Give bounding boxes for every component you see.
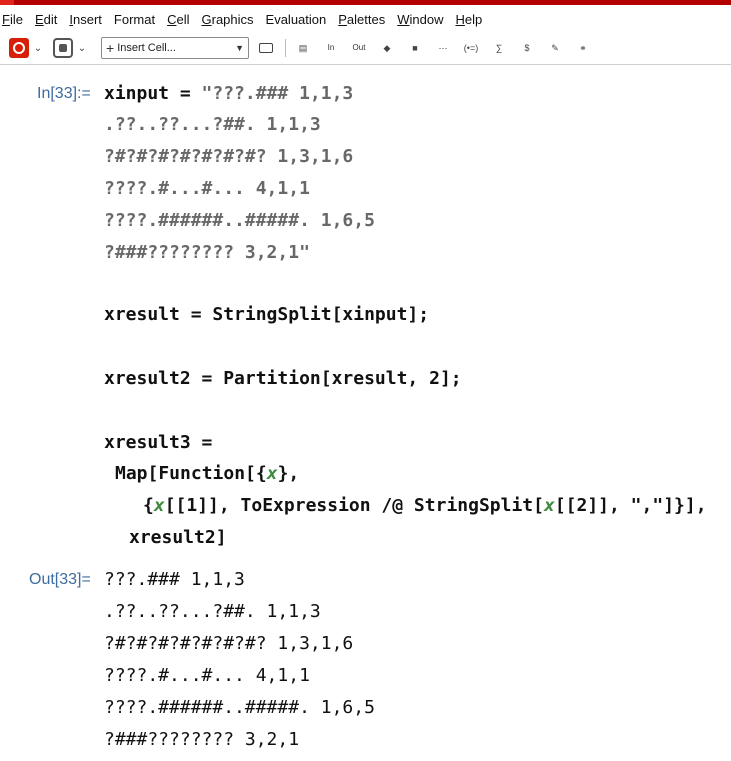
- code-token: [[2]], ","]}],: [554, 495, 707, 516]
- menu-label: ile: [9, 12, 23, 27]
- sum-icon[interactable]: ∑: [488, 37, 510, 59]
- output-line: .??..??...?##. 1,1,3: [104, 601, 321, 622]
- evaluate-icon[interactable]: ◆: [376, 37, 398, 59]
- input-cell-label: In[33]:=: [37, 85, 91, 102]
- gear-icon[interactable]: [53, 38, 73, 58]
- code-line: ????.#...#... 4,1,1: [104, 178, 310, 199]
- menu-mnemonic: H: [455, 12, 465, 27]
- code-line: ?#?#?#?#?#?#?#? 1,3,1,6: [104, 146, 353, 167]
- code-token: xresult = StringSplit[xinput];: [104, 304, 430, 325]
- output-line: ?#?#?#?#?#?#?#? 1,3,1,6: [104, 633, 354, 654]
- code-line: xinput = "???.### 1,1,3: [104, 83, 353, 104]
- code-line: xresult3 =: [104, 432, 212, 453]
- menu-label: alettes: [346, 12, 386, 27]
- menu-item[interactable]: Graphics: [195, 8, 259, 32]
- menu-mnemonic: G: [201, 12, 212, 27]
- output-label: Out: [352, 43, 366, 52]
- code-string: ?###???????? 3,2,1": [104, 242, 310, 263]
- menu-mnemonic: W: [397, 12, 410, 27]
- output-line: ?###???????? 3,2,1: [104, 729, 300, 750]
- menu-label: dit: [43, 12, 58, 27]
- code-token: Map[Function[{: [115, 463, 267, 484]
- menu-label: elp: [464, 12, 483, 27]
- menu-item[interactable]: Edit: [29, 8, 63, 32]
- menu-item[interactable]: File: [0, 8, 29, 32]
- code-line: xresult2]: [129, 527, 227, 548]
- more-icon[interactable]: ⋯: [432, 37, 454, 59]
- insert-cell-label: Insert Cell...: [117, 42, 176, 54]
- mathematica-icon[interactable]: [9, 38, 29, 58]
- input-label: In: [327, 43, 335, 52]
- menu-label: Format: [113, 12, 156, 27]
- code-token: xresult2 = Partition[xresult, 2];: [104, 368, 462, 389]
- menu-item[interactable]: Format: [108, 8, 161, 32]
- toolbar: ⌄ ⌄ + Insert Cell... ▼ ▤ In Out ◆ ■ ⋯ (•…: [0, 33, 731, 63]
- cell-bracket-icon[interactable]: ▤: [292, 37, 314, 59]
- menu-item[interactable]: Evaluation: [260, 8, 333, 32]
- code-string: .??..??...?##. 1,1,3: [104, 114, 321, 135]
- code-line: .??..??...?##. 1,1,3: [104, 114, 321, 135]
- template-icon[interactable]: (•=): [460, 37, 482, 59]
- insert-cell-dropdown[interactable]: + Insert Cell... ▼: [101, 37, 249, 59]
- code-line: ????.######..#####. 1,6,5: [104, 210, 375, 231]
- menu-mnemonic: F: [2, 12, 10, 27]
- chevron-down-icon[interactable]: ⌄: [31, 37, 45, 59]
- code-line: ?###???????? 3,2,1": [104, 242, 310, 263]
- code-string: ????.######..#####. 1,6,5: [104, 210, 375, 231]
- title-bar: [0, 0, 731, 5]
- toolbar-separator: [285, 39, 286, 57]
- pen-icon[interactable]: ✎: [544, 37, 566, 59]
- output-cell-label: Out[33]=: [29, 571, 91, 588]
- code-string: ????.#...#... 4,1,1: [104, 178, 310, 199]
- cell-box-icon[interactable]: [255, 37, 277, 59]
- code-variable: x: [153, 495, 165, 516]
- menu-label: raphics: [211, 12, 254, 27]
- code-token: xinput: [104, 83, 170, 104]
- menu-item[interactable]: Help: [449, 8, 488, 32]
- code-token: [[1]], ToExpression /@ StringSplit[: [164, 495, 544, 516]
- menu-label: Evaluation: [265, 12, 327, 27]
- input-icon[interactable]: In: [320, 37, 342, 59]
- stop-icon[interactable]: ■: [404, 37, 426, 59]
- code-token: =: [169, 83, 202, 104]
- menu-bar: File Edit Insert Format Cell Graphics Evaluati…: [0, 8, 731, 32]
- output-icon[interactable]: Out: [348, 37, 370, 59]
- chevron-down-icon: ▼: [235, 43, 244, 53]
- output-line: ????.#...#... 4,1,1: [104, 665, 310, 686]
- code-string: ?#?#?#?#?#?#?#? 1,3,1,6: [104, 146, 354, 167]
- output-line: ???.### 1,1,3: [104, 569, 245, 590]
- menu-item[interactable]: Window: [391, 8, 449, 32]
- menu-item[interactable]: Insert: [63, 8, 108, 32]
- tex-icon[interactable]: $: [516, 37, 538, 59]
- output-line: ????.######..#####. 1,6,5: [104, 697, 375, 718]
- toolbar-divider: [0, 64, 731, 65]
- code-line: Map[Function[{x},: [115, 463, 299, 484]
- code-line: xresult2 = Partition[xresult, 2];: [104, 368, 462, 389]
- menu-label: nsert: [73, 12, 102, 27]
- code-token: xresult3 =: [104, 432, 213, 453]
- menu-item[interactable]: Cell: [161, 8, 195, 32]
- code-line: xresult = StringSplit[xinput];: [104, 304, 429, 325]
- menu-label: ell: [176, 12, 190, 27]
- link-icon[interactable]: ⚭: [572, 37, 594, 59]
- menu-mnemonic: P: [338, 12, 347, 27]
- menu-item[interactable]: Palettes: [332, 8, 391, 32]
- code-variable: x: [543, 495, 555, 516]
- plus-icon: +: [106, 40, 115, 56]
- menu-mnemonic: E: [34, 12, 44, 27]
- code-token: {: [143, 495, 154, 516]
- code-string: "???.### 1,1,3: [201, 83, 354, 104]
- chevron-down-icon[interactable]: ⌄: [75, 37, 89, 59]
- code-line: {x[[1]], ToExpression /@ StringSplit[x[[…: [143, 495, 707, 516]
- app-icon: [0, 0, 14, 5]
- code-variable: x: [266, 463, 278, 484]
- menu-label: indow: [409, 12, 444, 27]
- code-token: },: [277, 463, 300, 484]
- code-token: xresult2]: [129, 527, 227, 548]
